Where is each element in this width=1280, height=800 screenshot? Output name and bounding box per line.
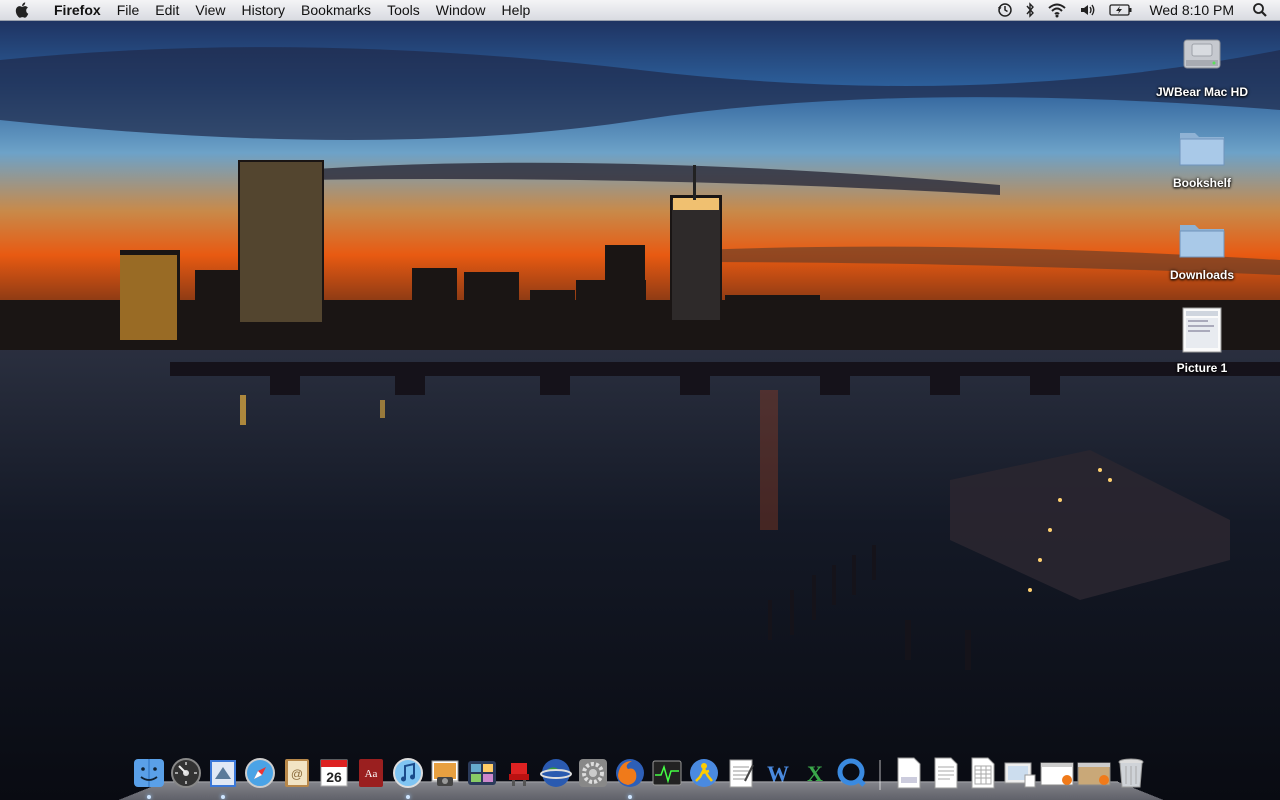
- svg-text:Aa: Aa: [364, 768, 377, 780]
- menu-help[interactable]: Help: [494, 0, 539, 21]
- system-preferences-icon: [577, 757, 609, 789]
- dock-document-3[interactable]: [966, 756, 1000, 790]
- dock-downloads-stack[interactable]: [1003, 756, 1037, 790]
- time-machine-icon[interactable]: [991, 0, 1019, 21]
- dock-word[interactable]: W: [761, 756, 795, 790]
- address-book-icon: @: [281, 757, 313, 789]
- volume-icon[interactable]: [1073, 0, 1103, 21]
- svg-text:W: W: [767, 761, 789, 786]
- spreadsheet-doc-icon: [969, 757, 997, 789]
- quicktime-icon: [836, 757, 868, 789]
- menu-app-firefox[interactable]: Firefox: [44, 0, 109, 21]
- front-row-icon: [503, 757, 535, 789]
- itunes-icon: [392, 757, 424, 789]
- word-icon: W: [762, 757, 794, 789]
- dock-dictionary[interactable]: Aa: [354, 756, 388, 790]
- ical-icon: 26: [318, 757, 350, 789]
- dock-safari[interactable]: [243, 756, 277, 790]
- dock-spaces[interactable]: [465, 756, 499, 790]
- wifi-icon[interactable]: [1041, 0, 1073, 21]
- dictionary-icon: Aa: [355, 757, 387, 789]
- menu-view[interactable]: View: [187, 0, 233, 21]
- folder-icon: [1177, 217, 1227, 264]
- battery-icon[interactable]: [1103, 0, 1139, 21]
- dock-activity-monitor[interactable]: [650, 756, 684, 790]
- ical-date: 26: [326, 769, 342, 785]
- textedit-icon: [725, 757, 757, 789]
- apple-menu-icon[interactable]: [0, 0, 44, 20]
- running-indicator: [220, 795, 225, 799]
- dock-minimized-window-2[interactable]: [1077, 756, 1111, 790]
- screenshot-file-icon: [1180, 306, 1224, 357]
- dock-quicktime[interactable]: [835, 756, 869, 790]
- spotlight-search-icon[interactable]: [1246, 0, 1274, 21]
- menu-history[interactable]: History: [233, 0, 293, 21]
- menu-window[interactable]: Window: [428, 0, 494, 21]
- desktop-icon-label: JWBear Mac HD: [1155, 85, 1249, 99]
- dock-minimized-window-1[interactable]: [1040, 756, 1074, 790]
- menu-bar: Firefox File Edit View History Bookmarks…: [0, 0, 1280, 21]
- desktop-icon-bookshelf[interactable]: Bookshelf: [1147, 125, 1257, 190]
- desktop-icon-label: Bookshelf: [1172, 176, 1231, 190]
- menu-tools[interactable]: Tools: [379, 0, 428, 21]
- iphoto-icon: [429, 757, 461, 789]
- dock: @ 26 Aa W X: [130, 748, 1149, 799]
- folder-icon: [1177, 125, 1227, 172]
- desktop-wallpaper: [0, 0, 1280, 800]
- safari-icon: [244, 757, 276, 789]
- menu-edit[interactable]: Edit: [147, 0, 187, 21]
- spaces-icon: [466, 757, 498, 789]
- activity-monitor-icon: [651, 757, 683, 789]
- trash-icon: [1117, 757, 1145, 789]
- dock-google-earth[interactable]: [539, 756, 573, 790]
- dock-aim[interactable]: [687, 756, 721, 790]
- dock-trash[interactable]: [1114, 756, 1148, 790]
- menu-bookmarks[interactable]: Bookmarks: [293, 0, 379, 21]
- dock-finder[interactable]: [132, 756, 166, 799]
- dock-dashboard[interactable]: [169, 756, 203, 790]
- mail-icon: [207, 757, 239, 789]
- google-earth-icon: [539, 757, 572, 789]
- dock-separator: [879, 760, 881, 790]
- dock-front-row[interactable]: [502, 756, 536, 790]
- running-indicator: [146, 795, 151, 799]
- running-indicator: [627, 795, 632, 799]
- dock-excel[interactable]: X: [798, 756, 832, 790]
- minimized-window-icon: [1077, 757, 1111, 789]
- desktop-icon-hard-drive[interactable]: JWBear Mac HD: [1147, 30, 1257, 99]
- excel-icon: X: [799, 757, 831, 789]
- dock-system-preferences[interactable]: [576, 756, 610, 790]
- running-indicator: [405, 795, 410, 799]
- dock-address-book[interactable]: @: [280, 756, 314, 790]
- desktop-icon-label: Picture 1: [1176, 361, 1228, 375]
- dashboard-icon: [170, 757, 202, 789]
- hard-drive-icon: [1178, 30, 1226, 81]
- docx-doc-icon: [895, 757, 923, 789]
- svg-text:X: X: [807, 761, 823, 786]
- bluetooth-icon[interactable]: [1019, 0, 1041, 21]
- dock-iphoto[interactable]: [428, 756, 462, 790]
- dock-textedit[interactable]: [724, 756, 758, 790]
- downloads-stack-icon: [1003, 757, 1037, 789]
- dock-mail[interactable]: [206, 756, 240, 799]
- dock-document-2[interactable]: [929, 756, 963, 790]
- dock-ical[interactable]: 26: [317, 756, 351, 790]
- menu-file[interactable]: File: [109, 0, 148, 21]
- dock-itunes[interactable]: [391, 756, 425, 799]
- aim-icon: [688, 757, 720, 789]
- svg-text:@: @: [290, 767, 302, 781]
- firefox-icon: [614, 757, 646, 789]
- minimized-window-icon: [1040, 757, 1074, 789]
- desktop-icon-picture-1[interactable]: Picture 1: [1147, 306, 1257, 375]
- desktop-icon-downloads[interactable]: Downloads: [1147, 217, 1257, 282]
- text-doc-icon: [932, 757, 960, 789]
- menu-clock[interactable]: Wed 8:10 PM: [1139, 0, 1246, 21]
- finder-icon: [133, 757, 165, 789]
- menu-left-group: Firefox File Edit View History Bookmarks…: [0, 0, 538, 20]
- desktop-icon-label: Downloads: [1169, 268, 1234, 282]
- dock-firefox[interactable]: [613, 756, 647, 799]
- dock-document-1[interactable]: [892, 756, 926, 790]
- menu-extras: Wed 8:10 PM: [991, 0, 1280, 20]
